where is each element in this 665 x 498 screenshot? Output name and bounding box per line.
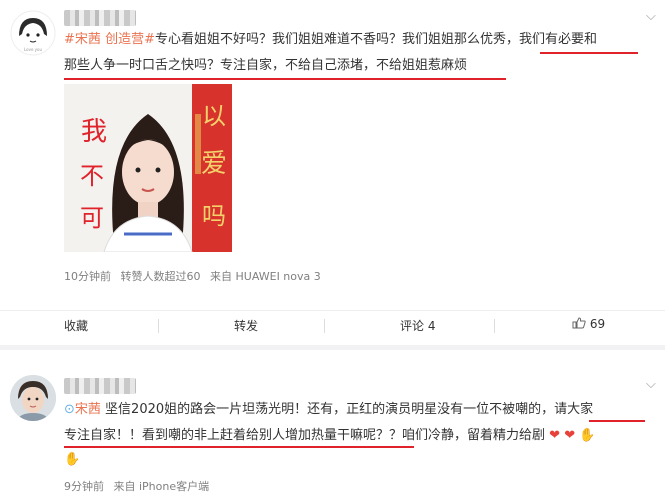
feed-divider: [0, 345, 665, 350]
svg-text:不: 不: [80, 162, 104, 190]
repost-count: 转赞人数超过60: [120, 270, 201, 283]
post-meta: 10分钟前 转赞人数超过60 来自 HUAWEI nova 3: [64, 268, 327, 284]
hashtag-link[interactable]: #宋茜: [64, 32, 101, 47]
graffiti-text-right: 以: [202, 102, 226, 130]
post-text: ⊙宋茜 坚信2020姐的路会一片坦荡光明！还有，正红的演员明星没有一位不被嘲的，…: [64, 402, 594, 417]
divider: [324, 319, 325, 333]
thumbs-up-icon: [572, 317, 586, 329]
divider: [158, 319, 159, 333]
svg-text:Love you: Love you: [24, 47, 43, 52]
post-actions-bar: 收藏 转发 评论 4 69: [0, 310, 665, 340]
highlight-underline: [589, 420, 645, 422]
topic-link[interactable]: 创造营#: [105, 32, 155, 47]
highlight-underline: [64, 446, 414, 448]
forward-button[interactable]: 转发: [234, 317, 258, 334]
svg-text:爱: 爱: [201, 149, 227, 179]
post-text-line2: 那些人争一时口舌之快吗？专注自家，不给自己添堵，不给姐姐惹麻烦: [64, 58, 468, 73]
user-avatar[interactable]: Love you: [10, 10, 56, 56]
post-text: #宋茜 创造营#专心看姐姐不好吗？我们姐姐难道不香吗？我们姐姐那么优秀，我们有必…: [64, 32, 598, 47]
user-avatar[interactable]: [10, 375, 56, 421]
post-source: 来自 iPhone客户端: [113, 480, 210, 493]
chevron-down-icon[interactable]: ⌵: [646, 9, 656, 24]
divider: [494, 319, 495, 333]
post-text-line2: 专注自家！！看到嘲的非上赶着给别人增加热量干嘛呢？？咱们冷静，留着精力给剧 ❤ …: [64, 428, 596, 443]
post-photo[interactable]: 我 不 可 以 爱 吗: [64, 84, 232, 252]
post-text-line3: ✋: [64, 448, 80, 472]
chevron-down-icon[interactable]: ⌵: [646, 377, 656, 392]
graffiti-text-left: 我: [81, 117, 107, 147]
highlight-underline: [540, 52, 638, 54]
post-time[interactable]: 9分钟前: [64, 480, 104, 493]
svg-text:可: 可: [80, 204, 104, 232]
handshake-emoji-icon: ✋: [64, 452, 81, 467]
boy-portrait-avatar-icon: [10, 375, 56, 421]
heart-emoji-icon: ❤: [564, 428, 576, 443]
collect-button[interactable]: 收藏: [64, 317, 88, 334]
svg-text:吗: 吗: [202, 202, 226, 230]
handshake-emoji-icon: ✋: [579, 428, 596, 443]
username-redacted[interactable]: [64, 10, 136, 26]
like-button[interactable]: 69: [572, 317, 605, 331]
like-count: 69: [589, 317, 606, 331]
username-redacted[interactable]: [64, 378, 136, 394]
comment-button[interactable]: 评论 4: [400, 317, 435, 334]
highlight-underline: [64, 78, 506, 80]
super-topic-link[interactable]: ⊙宋茜: [64, 402, 101, 417]
post-source: 来自 HUAWEI nova 3: [210, 270, 321, 283]
post-meta: 9分钟前 来自 iPhone客户端: [64, 478, 215, 494]
post-time[interactable]: 10分钟前: [64, 270, 111, 283]
link-icon: ⊙: [64, 402, 75, 417]
cartoon-girl-avatar-icon: Love you: [10, 10, 56, 56]
portrait-image-icon: 我 不 可 以 爱 吗: [64, 84, 232, 252]
weibo-post-1: Love you ⌵ #宋茜 创造营#专心看姐姐不好吗？我们姐姐难道不香吗？我们…: [0, 0, 665, 345]
heart-emoji-icon: ❤: [549, 428, 561, 443]
